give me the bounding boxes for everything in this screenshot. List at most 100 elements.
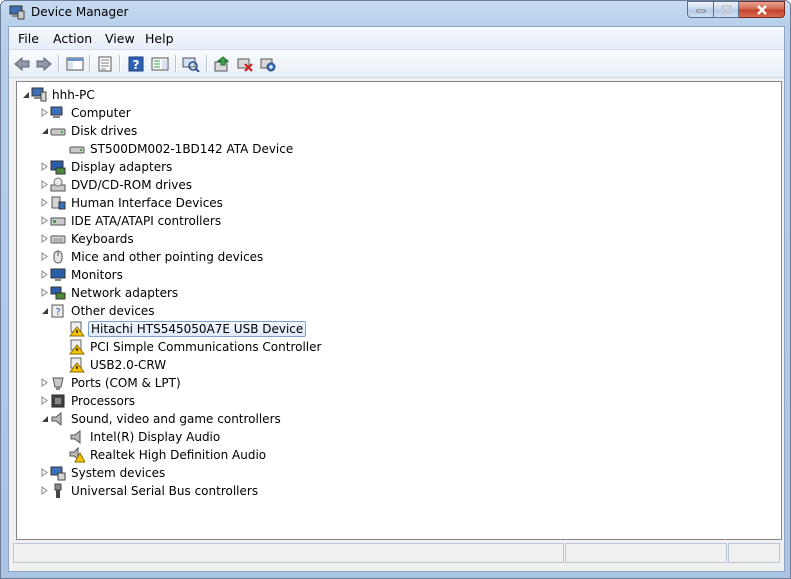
- tree-device[interactable]: ST500DM002-1BD142 ATA Device: [17, 140, 777, 158]
- scan-hardware-changes-icon: [182, 57, 200, 72]
- svg-text:?: ?: [133, 58, 140, 72]
- warning-device-icon: [68, 339, 86, 355]
- hid-icon: [50, 195, 66, 211]
- tree-category[interactable]: Sound, video and game controllers: [17, 410, 777, 428]
- help-button[interactable]: ?: [126, 54, 146, 73]
- mouse-icon: [50, 249, 66, 265]
- menu-action[interactable]: Action: [53, 31, 92, 46]
- expand-arrow-icon[interactable]: [40, 198, 49, 207]
- forward-arrow-icon: [36, 56, 52, 71]
- tree-root-label: hhh-PC: [52, 88, 95, 102]
- minimize-icon: [696, 9, 705, 12]
- tree-category[interactable]: Mice and other pointing devices: [17, 248, 777, 266]
- expand-arrow-icon[interactable]: [40, 378, 49, 387]
- menu-file[interactable]: File: [18, 31, 39, 46]
- computer-icon: [31, 86, 47, 102]
- help-icon: ?: [128, 56, 144, 72]
- tree-category[interactable]: Ports (COM & LPT): [17, 374, 777, 392]
- uninstall-device-button[interactable]: [235, 54, 255, 73]
- close-button[interactable]: [739, 1, 785, 18]
- tree-category[interactable]: ? Other devices: [17, 302, 777, 320]
- tree-category[interactable]: Network adapters: [17, 284, 777, 302]
- expand-arrow-icon[interactable]: [40, 162, 49, 171]
- toolbar: ?: [9, 50, 784, 78]
- tree-category-label: Processors: [71, 394, 136, 408]
- expand-arrow-icon[interactable]: [40, 288, 49, 297]
- update-driver-icon: [214, 55, 230, 71]
- tree-category-label: Sound, video and game controllers: [71, 412, 281, 426]
- show-hide-console-tree-button[interactable]: [65, 54, 85, 73]
- tree-category[interactable]: Monitors: [17, 266, 777, 284]
- menu-help[interactable]: Help: [145, 31, 174, 46]
- ide-controller-icon: [50, 213, 66, 229]
- tree-category-label: Human Interface Devices: [71, 196, 223, 210]
- maximize-button[interactable]: [714, 1, 739, 18]
- tree-category[interactable]: DVD/CD-ROM drives: [17, 176, 777, 194]
- disk-drive-icon: [69, 141, 85, 157]
- menu-view[interactable]: View: [105, 31, 135, 46]
- expand-arrow-icon[interactable]: [40, 234, 49, 243]
- window-title: Device Manager: [31, 5, 129, 19]
- tree-category[interactable]: Keyboards: [17, 230, 777, 248]
- action-pane-button[interactable]: [150, 54, 170, 73]
- tree-device-label: PCI Simple Communications Controller: [90, 340, 322, 354]
- tree-category[interactable]: Processors: [17, 392, 777, 410]
- tree-device[interactable]: PCI Simple Communications Controller: [17, 338, 777, 356]
- tree-category[interactable]: Universal Serial Bus controllers: [17, 482, 777, 500]
- tree-category-label: Disk drives: [71, 124, 138, 138]
- processor-icon: [50, 393, 66, 409]
- maximize-icon: [720, 5, 732, 14]
- tree-category-label: System devices: [71, 466, 166, 480]
- collapse-arrow-icon[interactable]: [40, 414, 49, 423]
- svg-text:?: ?: [55, 307, 60, 318]
- back-button[interactable]: [12, 54, 32, 73]
- expand-arrow-icon[interactable]: [40, 216, 49, 225]
- tree-category[interactable]: IDE ATA/ATAPI controllers: [17, 212, 777, 230]
- warning-device-icon: [68, 357, 86, 373]
- tree-device-label: Realtek High Definition Audio: [90, 448, 267, 462]
- status-pane-3: [728, 543, 780, 563]
- tree-category[interactable]: Display adapters: [17, 158, 777, 176]
- device-tree[interactable]: hhh-PC Computer Disk drives ST500DM002-1BD…: [16, 81, 782, 540]
- expand-arrow-icon[interactable]: [40, 486, 49, 495]
- tree-device[interactable]: Realtek High Definition Audio: [17, 446, 777, 464]
- tree-device[interactable]: USB2.0-CRW: [17, 356, 777, 374]
- close-icon: [756, 4, 767, 15]
- tree-category-label: DVD/CD-ROM drives: [71, 178, 193, 192]
- device-manager-window: Device Manager File Action View Help ? h…: [0, 0, 791, 579]
- show-hide-console-tree-icon: [66, 57, 84, 70]
- enable-device-button[interactable]: [258, 54, 278, 73]
- status-bar: [13, 543, 780, 565]
- tree-category[interactable]: System devices: [17, 464, 777, 482]
- tree-category[interactable]: Human Interface Devices: [17, 194, 777, 212]
- update-driver-button[interactable]: [212, 54, 232, 73]
- scan-hardware-changes-button[interactable]: [181, 54, 201, 73]
- keyboard-icon: [50, 231, 66, 247]
- expand-arrow-icon[interactable]: [40, 468, 49, 477]
- tree-device-label: Intel(R) Display Audio: [90, 430, 221, 444]
- title-bar[interactable]: Device Manager: [1, 1, 790, 25]
- tree-device[interactable]: Hitachi HTS545050A7E USB Device: [17, 320, 777, 338]
- dvd-drive-icon: [50, 177, 66, 193]
- expand-arrow-icon[interactable]: [40, 180, 49, 189]
- collapse-arrow-icon[interactable]: [40, 126, 49, 135]
- tree-root[interactable]: hhh-PC: [17, 86, 777, 104]
- warning-device-icon: [68, 321, 86, 337]
- expand-arrow-icon[interactable]: [40, 252, 49, 261]
- system-device-icon: [50, 465, 66, 481]
- properties-button[interactable]: [95, 54, 115, 73]
- forward-button[interactable]: [34, 54, 54, 73]
- minimize-button[interactable]: [687, 1, 714, 18]
- expand-arrow-icon[interactable]: [40, 396, 49, 405]
- tree-category[interactable]: Disk drives: [17, 122, 777, 140]
- tree-category[interactable]: Computer: [17, 104, 777, 122]
- speaker-warning-icon: [69, 446, 86, 463]
- tree-category-label: Universal Serial Bus controllers: [71, 484, 259, 498]
- tree-category-label: IDE ATA/ATAPI controllers: [71, 214, 222, 228]
- menu-bar: File Action View Help: [9, 27, 784, 50]
- collapse-arrow-icon[interactable]: [21, 90, 30, 99]
- expand-arrow-icon[interactable]: [40, 108, 49, 117]
- collapse-arrow-icon[interactable]: [40, 306, 49, 315]
- expand-arrow-icon[interactable]: [40, 270, 49, 279]
- tree-device[interactable]: Intel(R) Display Audio: [17, 428, 777, 446]
